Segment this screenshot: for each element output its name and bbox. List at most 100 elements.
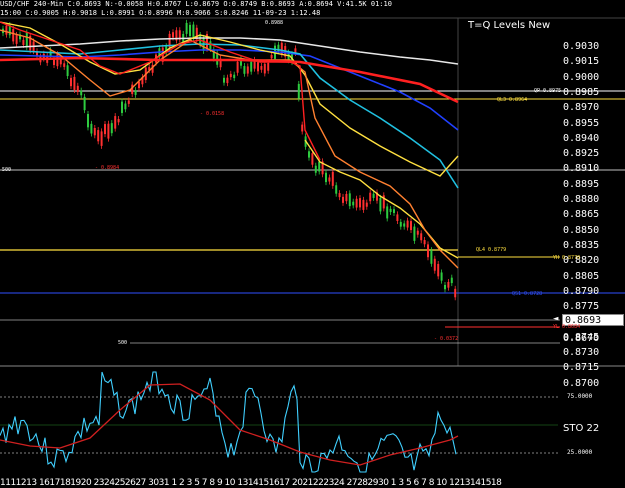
candle-body <box>399 221 402 227</box>
ma-yellow-slow <box>304 139 459 259</box>
candle-body <box>369 192 372 202</box>
candle-body <box>76 85 79 92</box>
candle-body <box>53 59 55 66</box>
candle-body <box>189 24 191 37</box>
price-tick-label: 0.8910 <box>563 163 600 175</box>
price-tick-label: 0.8880 <box>563 194 600 205</box>
ma-red-thick <box>0 56 459 104</box>
candle-body <box>107 123 110 139</box>
candle-body <box>15 34 18 44</box>
time-axis: 1111213 1617181920 2324252627 3031 1 2 3… <box>0 478 502 488</box>
price-tick-label: 0.8955 <box>563 117 600 129</box>
candle-body <box>396 214 399 221</box>
mark-500-a: 500 <box>2 167 12 173</box>
candle-body <box>263 63 266 74</box>
candle-body <box>318 161 321 172</box>
candle-body <box>12 29 15 42</box>
price-tick-label: 0.8805 <box>563 270 600 282</box>
candle-body <box>127 100 130 104</box>
candle-body <box>338 193 341 198</box>
candle-body <box>413 226 416 241</box>
candle-body <box>403 223 406 227</box>
sto-level-label-75: 75.0000 <box>567 393 593 400</box>
candle-body <box>331 171 334 186</box>
price-tick-label: 0.8730 <box>563 347 600 358</box>
price-tick-label: 0.8775 <box>563 301 600 313</box>
candle-body <box>420 233 423 241</box>
header-info-line: 15:00 C:0.9005 H:0.9018 L:0.8991 O:0.899… <box>0 9 321 17</box>
candle-body <box>73 76 76 90</box>
candle-body <box>22 39 25 45</box>
candle-body <box>348 193 351 207</box>
candle-body <box>229 73 232 78</box>
candle-body <box>97 130 100 142</box>
candle-body <box>83 96 86 111</box>
candle-body <box>342 196 344 203</box>
candle-body <box>226 77 229 84</box>
candle-body <box>372 193 375 198</box>
candle-body <box>5 25 8 35</box>
candle-body <box>138 81 140 89</box>
candle-body <box>250 61 253 72</box>
candle-body <box>90 123 93 134</box>
level-label-ql3: QL3 0.8964 <box>497 97 528 103</box>
price-tick-label: 0.8940 <box>563 132 600 144</box>
candle-body <box>454 288 457 298</box>
candle-body <box>440 272 443 281</box>
header-quote-line: USD/CHF 240-Min C:0.8693 N:-0.0058 H:0.8… <box>0 0 392 8</box>
candle-body <box>80 90 83 96</box>
candle-body <box>70 77 72 87</box>
candle-body <box>236 61 239 73</box>
candle-body <box>185 22 188 34</box>
price-tick-label: 0.8925 <box>563 148 600 160</box>
high-mark-label: 0.8988 <box>265 20 284 26</box>
level-label-yl: YL 0.8684 <box>553 324 581 330</box>
candle-body <box>63 63 66 67</box>
current-price-arrow: ◄ <box>553 314 559 324</box>
candle-body <box>267 62 270 71</box>
candle-body <box>223 77 225 83</box>
candle-body <box>311 153 314 165</box>
candle-body <box>192 24 195 39</box>
candle-body <box>308 151 310 158</box>
candle-body <box>325 172 327 183</box>
price-tick-label: 0.8850 <box>563 224 600 236</box>
candle-body <box>257 62 259 72</box>
candle-body <box>134 90 137 95</box>
sto-level-label-25: 25.0000 <box>567 449 593 456</box>
candle-body <box>66 65 69 77</box>
candle-body <box>172 32 174 38</box>
price-tick-label: 0.8790 <box>563 285 600 297</box>
low-mark-label: - 0.8984 <box>95 165 120 171</box>
candle-body <box>450 277 453 284</box>
candle-body <box>393 209 395 213</box>
candle-body <box>110 123 113 134</box>
price-tick-label: 0.8835 <box>563 239 600 251</box>
candle-body <box>379 197 382 212</box>
diff-label-1: - 0.0372 <box>434 336 459 342</box>
price-tick-label: 0.8865 <box>563 209 600 221</box>
stochastic-label: STO 22 <box>563 423 600 434</box>
candle-body <box>365 202 368 207</box>
candle-body <box>297 83 300 99</box>
candle-body <box>389 208 392 213</box>
level-label-qp: QP 0.8975 <box>534 88 562 94</box>
price-chart[interactable] <box>0 0 625 488</box>
diff-label-2: - 0.0158 <box>200 111 225 117</box>
mark-500-b: 500 <box>118 340 128 346</box>
price-tick-label: 0.9015 <box>563 56 600 68</box>
price-tick-label: 0.8970 <box>563 102 600 114</box>
candle-body <box>233 74 236 79</box>
candle-body <box>121 101 123 113</box>
price-tick-label: 0.8715 <box>563 362 600 374</box>
price-tick-label: 0.8895 <box>563 178 600 190</box>
candle-body <box>359 198 361 208</box>
candle-body <box>444 284 446 290</box>
candle-body <box>352 201 355 206</box>
candle-body <box>301 124 304 132</box>
level-label-qs1: QS1 0.8728 <box>512 291 543 297</box>
chart-title: T=Q Levels New <box>468 20 551 31</box>
candle-body <box>335 185 338 194</box>
candle-body <box>93 127 96 136</box>
candle-body <box>355 198 358 208</box>
